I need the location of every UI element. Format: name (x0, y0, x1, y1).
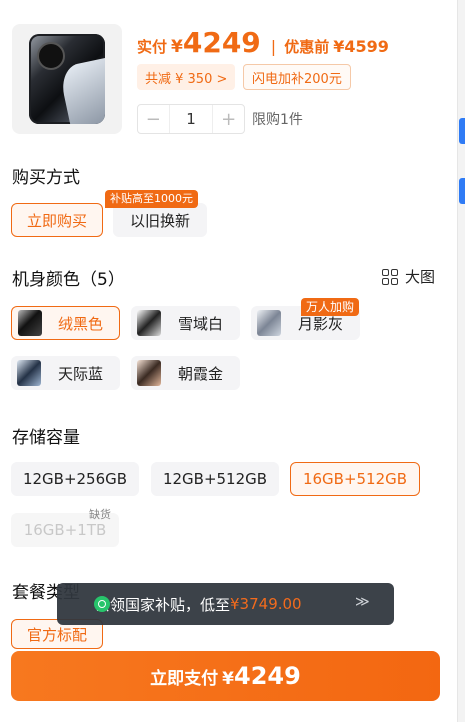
toast-text: 去领国家补贴，低至 (95, 595, 231, 614)
phone-wave-graphic (58, 57, 105, 124)
color-option[interactable]: 朝霞金 (131, 356, 240, 390)
storage-title: 存储容量 (12, 428, 80, 448)
option-buy-now[interactable]: 立即购买 (11, 203, 103, 237)
phone-image (29, 34, 105, 124)
product-thumbnail[interactable] (12, 24, 122, 134)
color-title: 机身颜色（5） (12, 270, 125, 290)
color-label: 雪域白 (177, 314, 223, 333)
big-view-button[interactable]: 大图 (382, 266, 435, 287)
color-swatch (17, 360, 41, 386)
price-row: 实付 ¥ 4249 | 优惠前 ¥4599 (137, 26, 389, 59)
subsidy-icon (94, 596, 110, 612)
color-label: 天际蓝 (57, 364, 103, 383)
color-label: 朝霞金 (177, 364, 223, 383)
edge-blue-tab[interactable] (459, 178, 465, 204)
color-swatch (257, 310, 281, 336)
color-swatch (18, 310, 42, 336)
purchase-method-title: 购买方式 (12, 168, 80, 188)
color-label: 绒黑色 (57, 314, 103, 333)
increase-button[interactable]: + (213, 109, 244, 130)
original-price: ¥4599 (333, 37, 389, 56)
pay-label: 立即支付 (150, 669, 219, 689)
color-option[interactable]: 天际蓝 (11, 356, 120, 390)
quantity-stepper: − 1 + (137, 104, 245, 134)
color-option[interactable]: 雪域白 (131, 306, 240, 340)
popular-badge: 万人加购 (301, 298, 360, 316)
pay-now-button[interactable]: 立即支付 ¥ 4249 (11, 651, 440, 701)
purchase-limit: 限购1件 (252, 112, 303, 128)
pay-amount: 4249 (234, 662, 301, 690)
right-edge-strip (457, 0, 465, 722)
storage-option[interactable]: 16GB+512GB (290, 462, 420, 496)
option-trade-in[interactable]: 以旧换新 (113, 203, 207, 237)
price-separator: | (270, 37, 277, 56)
original-price-label: 优惠前 (284, 38, 330, 56)
quantity-value[interactable]: 1 (168, 105, 214, 133)
grid-icon (382, 268, 398, 285)
big-view-label: 大图 (405, 268, 436, 286)
camera-module (37, 42, 65, 70)
decrease-button[interactable]: − (138, 109, 169, 130)
actual-price-label: 实付 (137, 38, 168, 56)
flash-subsidy-tag: 闪电加补200元 (243, 64, 351, 90)
pay-currency: ¥ (222, 669, 235, 689)
storage-option[interactable]: 12GB+256GB (11, 462, 139, 496)
total-discount-tag[interactable]: 共减 ¥ 350 > (137, 64, 236, 90)
subsidy-toast[interactable]: 去领国家补贴，低至 ¥3749.00 ≫ (57, 583, 394, 625)
chevron-down-icon: ≫ (355, 594, 370, 610)
out-of-stock-label: 缺货 (89, 508, 111, 521)
toast-price: ¥3749.00 (230, 595, 302, 613)
edge-blue-tab[interactable] (459, 118, 465, 144)
currency-symbol: ¥ (171, 37, 183, 57)
color-option[interactable]: 绒黑色 (11, 306, 120, 340)
color-swatch (137, 310, 161, 336)
subsidy-badge: 补贴高至1000元 (105, 190, 198, 208)
actual-price: 4249 (182, 26, 261, 59)
color-swatch (137, 360, 161, 386)
storage-option[interactable]: 12GB+512GB (151, 462, 279, 496)
